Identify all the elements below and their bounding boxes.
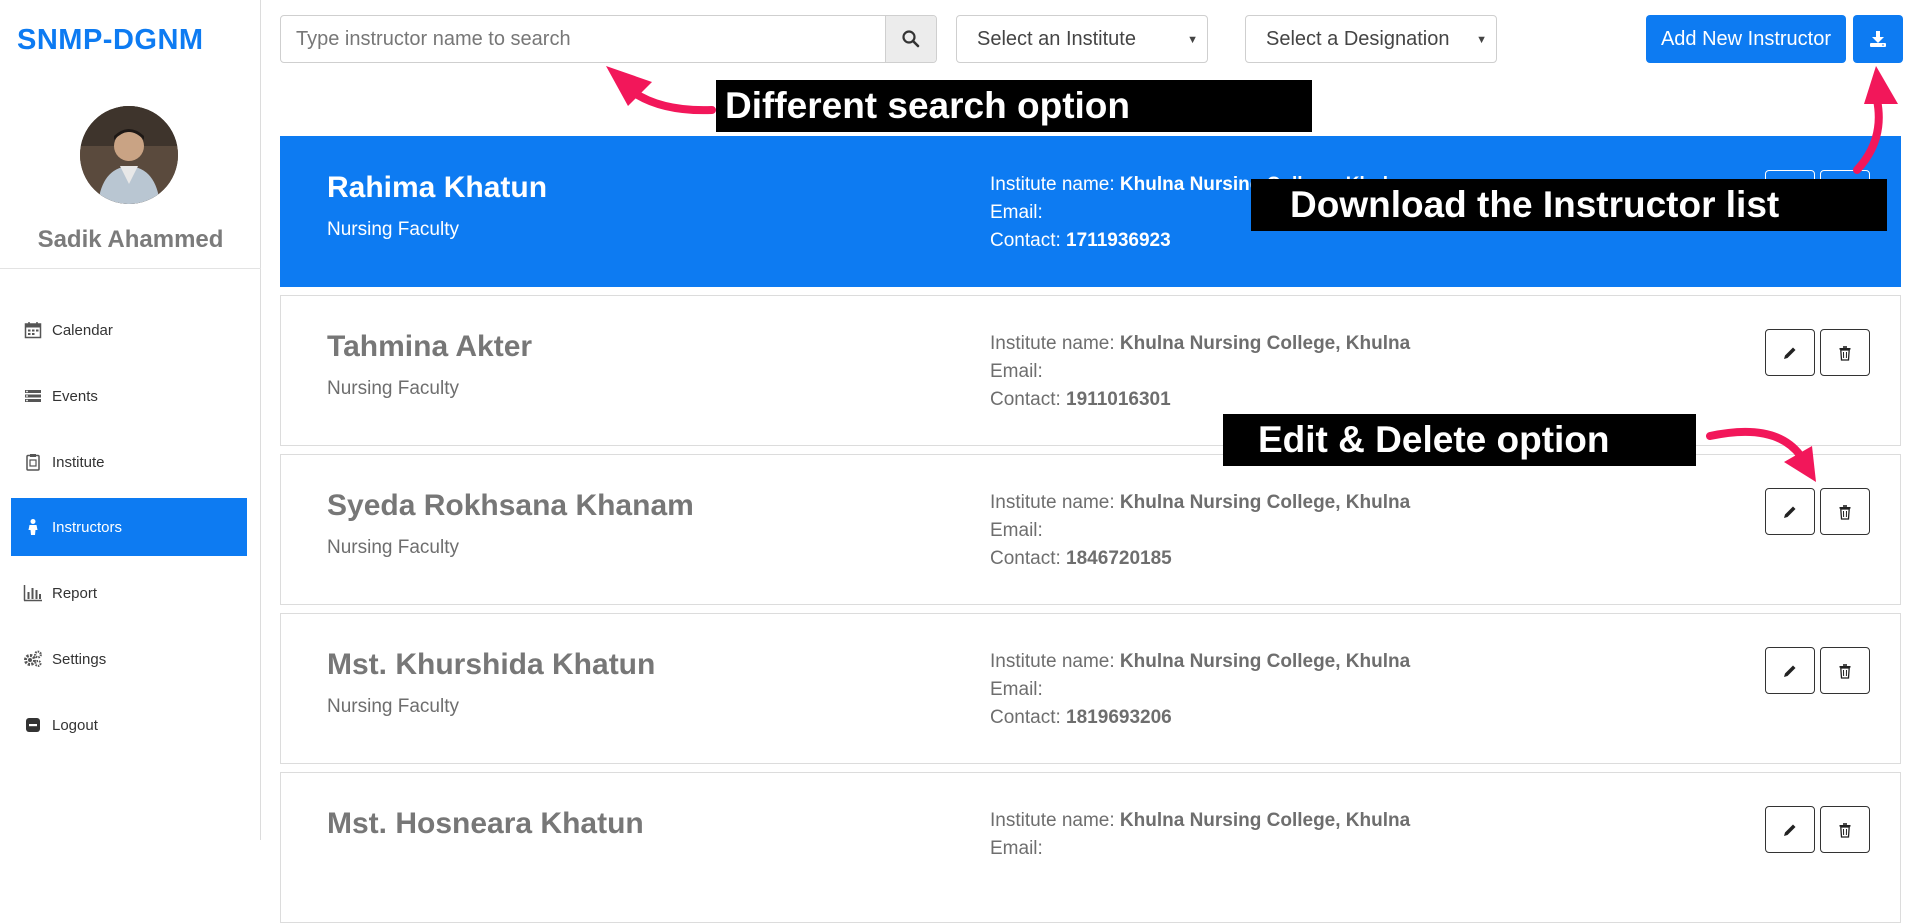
contact-label: Contact:	[990, 230, 1061, 251]
instructor-card[interactable]: Mst. Khurshida Khatun Nursing Faculty In…	[280, 613, 1901, 764]
avatar-photo	[80, 106, 178, 204]
instructor-designation: Nursing Faculty	[327, 696, 459, 718]
annotation-download: Download the Instructor list	[1251, 179, 1887, 231]
sidebar-item-institute[interactable]: Institute	[11, 433, 247, 491]
instructor-name: Mst. Khurshida Khatun	[327, 648, 655, 682]
search-bar	[280, 15, 937, 63]
email-label: Email:	[990, 202, 1043, 223]
instructor-name: Tahmina Akter	[327, 330, 532, 364]
institute-label: Institute name:	[990, 333, 1115, 354]
trash-icon	[1837, 663, 1853, 679]
edit-button[interactable]	[1765, 647, 1815, 694]
delete-button[interactable]	[1820, 806, 1870, 853]
instructor-details: Institute name: Khulna Nursing College, …	[990, 489, 1410, 573]
search-icon	[901, 29, 921, 49]
institute-select-value: Select an Institute	[977, 28, 1136, 51]
sidebar-item-events[interactable]: Events	[11, 367, 247, 425]
instructor-designation: Nursing Faculty	[327, 378, 459, 400]
institute-value: Khulna Nursing College, Khulna	[1120, 492, 1410, 513]
institute-label: Institute name:	[990, 810, 1115, 831]
email-label: Email:	[990, 361, 1043, 382]
institute-select[interactable]: Select an Institute ▼	[956, 15, 1208, 63]
contact-label: Contact:	[990, 389, 1061, 410]
trash-icon	[1837, 822, 1853, 838]
institute-label: Institute name:	[990, 174, 1115, 195]
institute-label: Institute name:	[990, 492, 1115, 513]
edit-button[interactable]	[1765, 488, 1815, 535]
contact-label: Contact:	[990, 707, 1061, 728]
download-icon	[1868, 29, 1888, 49]
sidebar-item-label: Settings	[52, 651, 106, 668]
logout-icon	[23, 715, 43, 735]
sidebar-item-label: Institute	[52, 454, 105, 471]
delete-button[interactable]	[1820, 329, 1870, 376]
instructor-card[interactable]: Syeda Rokhsana Khanam Nursing Faculty In…	[280, 454, 1901, 605]
contact-value: 1711936923	[1066, 230, 1171, 251]
instructor-designation: Nursing Faculty	[327, 219, 459, 241]
edit-button[interactable]	[1765, 329, 1815, 376]
delete-button[interactable]	[1820, 647, 1870, 694]
institute-value: Khulna Nursing College, Khulna	[1120, 333, 1410, 354]
sidebar-item-label: Logout	[52, 717, 98, 734]
institute-value: Khulna Nursing College, Khulna	[1120, 651, 1410, 672]
sidebar-item-label: Calendar	[52, 322, 113, 339]
delete-button[interactable]	[1820, 488, 1870, 535]
events-icon	[23, 386, 43, 406]
user-name: Sadik Ahammed	[0, 226, 261, 254]
search-input[interactable]	[281, 16, 885, 62]
email-label: Email:	[990, 838, 1043, 859]
pencil-icon	[1782, 504, 1798, 520]
pencil-icon	[1782, 822, 1798, 838]
email-label: Email:	[990, 520, 1043, 541]
contact-label: Contact:	[990, 548, 1061, 569]
contact-value: 1846720185	[1066, 548, 1172, 569]
search-button[interactable]	[885, 16, 936, 62]
email-label: Email:	[990, 679, 1043, 700]
person-icon	[23, 517, 43, 537]
contact-value: 1819693206	[1066, 707, 1172, 728]
add-instructor-button[interactable]: Add New Instructor	[1646, 15, 1846, 63]
sidebar-item-label: Report	[52, 585, 97, 602]
brand-logo[interactable]: SNMP-DGNM	[17, 24, 204, 57]
instructor-name: Syeda Rokhsana Khanam	[327, 489, 694, 523]
sidebar: SNMP-DGNM Sadik Ahammed Calendar Events …	[0, 0, 261, 840]
institute-value: Khulna Nursing College, Khulna	[1120, 810, 1410, 831]
annotation-arrow-search	[606, 66, 712, 110]
sidebar-item-settings[interactable]: Settings	[11, 630, 247, 688]
instructor-name: Mst. Hosneara Khatun	[327, 807, 644, 841]
annotation-edit-delete: Edit & Delete option	[1223, 414, 1696, 466]
annotation-search: Different search option	[716, 80, 1312, 132]
sidebar-item-logout[interactable]: Logout	[11, 696, 247, 754]
instructor-details: Institute name: Khulna Nursing College, …	[990, 648, 1410, 732]
sidebar-item-label: Events	[52, 388, 98, 405]
avatar[interactable]	[80, 106, 178, 204]
gears-icon	[23, 649, 43, 669]
pencil-icon	[1782, 663, 1798, 679]
sidebar-item-label: Instructors	[52, 519, 122, 536]
instructor-designation: Nursing Faculty	[327, 537, 459, 559]
sidebar-item-instructors[interactable]: Instructors	[11, 498, 247, 556]
calendar-icon	[23, 320, 43, 340]
designation-select-value: Select a Designation	[1266, 28, 1449, 51]
instructor-name: Rahima Khatun	[327, 171, 547, 205]
trash-icon	[1837, 504, 1853, 520]
clipboard-icon	[23, 452, 43, 472]
designation-select[interactable]: Select a Designation ▼	[1245, 15, 1497, 63]
sidebar-divider	[0, 268, 261, 269]
instructor-details: Institute name: Khulna Nursing College, …	[990, 807, 1410, 863]
instructor-details: Institute name: Khulna Nursing College, …	[990, 330, 1410, 414]
download-button[interactable]	[1853, 15, 1903, 63]
sidebar-item-calendar[interactable]: Calendar	[11, 301, 247, 359]
instructor-card[interactable]: Mst. Hosneara Khatun Institute name: Khu…	[280, 772, 1901, 923]
bar-chart-icon	[23, 583, 43, 603]
caret-down-icon: ▼	[1476, 34, 1487, 46]
trash-icon	[1837, 345, 1853, 361]
caret-down-icon: ▼	[1187, 34, 1198, 46]
contact-value: 1911016301	[1066, 389, 1171, 410]
institute-label: Institute name:	[990, 651, 1115, 672]
pencil-icon	[1782, 345, 1798, 361]
sidebar-item-report[interactable]: Report	[11, 564, 247, 622]
edit-button[interactable]	[1765, 806, 1815, 853]
